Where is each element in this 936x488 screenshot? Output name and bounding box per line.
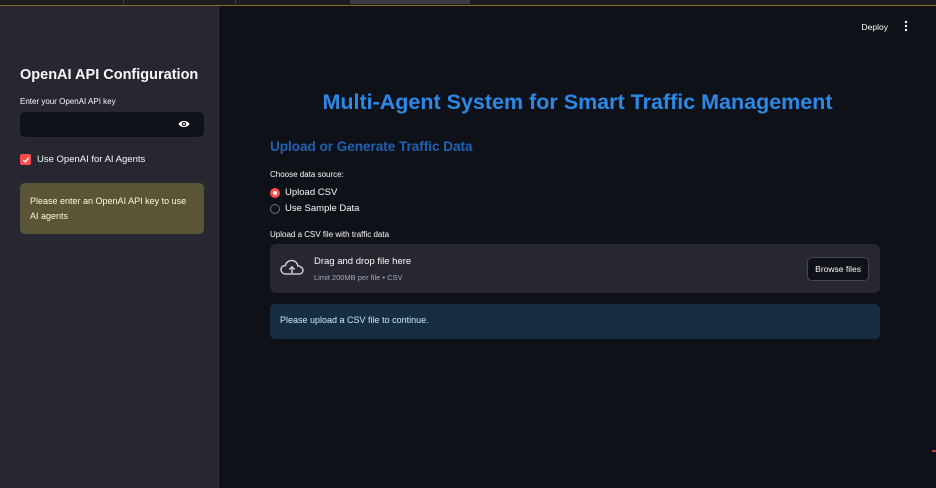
browse-files-button[interactable]: Browse files — [807, 257, 869, 281]
sidebar: OpenAI API Configuration Enter your Open… — [0, 6, 219, 488]
top-strip-segment — [0, 0, 124, 4]
section-title: Upload or Generate Traffic Data — [270, 139, 473, 154]
use-openai-label: Use OpenAI for AI Agents — [37, 154, 146, 165]
info-message: Please upload a CSV file to continue. — [270, 304, 880, 339]
top-strip-active-segment — [350, 0, 470, 4]
data-source-label: Choose data source: — [270, 170, 344, 179]
sidebar-title: OpenAI API Configuration — [20, 67, 199, 83]
radio-upload-csv[interactable]: Upload CSV — [270, 187, 337, 198]
radio-use-sample-data[interactable]: Use Sample Data — [270, 203, 359, 214]
upload-label: Upload a CSV file with traffic data — [270, 230, 390, 239]
dropzone-limit: Limit 200MB per file • CSV — [314, 273, 403, 282]
deploy-button[interactable]: Deploy — [862, 22, 888, 32]
radio-unselected-icon[interactable] — [270, 203, 280, 214]
dropzone-title: Drag and drop file here — [314, 256, 412, 267]
api-key-label: Enter your OpenAI API key — [20, 97, 116, 106]
api-key-warning: Please enter an OpenAI API key to use AI… — [20, 183, 204, 234]
use-openai-checkbox[interactable]: Use OpenAI for AI Agents — [20, 154, 145, 165]
edge-indicator — [932, 450, 936, 452]
cloud-upload-icon — [280, 259, 304, 275]
api-key-input[interactable] — [20, 112, 204, 137]
checkbox-checked-icon[interactable] — [20, 154, 31, 165]
radio-selected-icon[interactable] — [270, 187, 280, 198]
file-dropzone[interactable]: Drag and drop file here Limit 200MB per … — [270, 244, 880, 293]
top-strip-segment — [124, 0, 236, 4]
page-title: Multi-Agent System for Smart Traffic Man… — [322, 90, 833, 114]
eye-icon[interactable] — [178, 119, 190, 129]
radio-label: Use Sample Data — [285, 203, 360, 214]
kebab-menu-icon[interactable] — [904, 20, 908, 32]
radio-label: Upload CSV — [285, 187, 338, 198]
main-content: Deploy Multi-Agent System for Smart Traf… — [219, 6, 936, 488]
